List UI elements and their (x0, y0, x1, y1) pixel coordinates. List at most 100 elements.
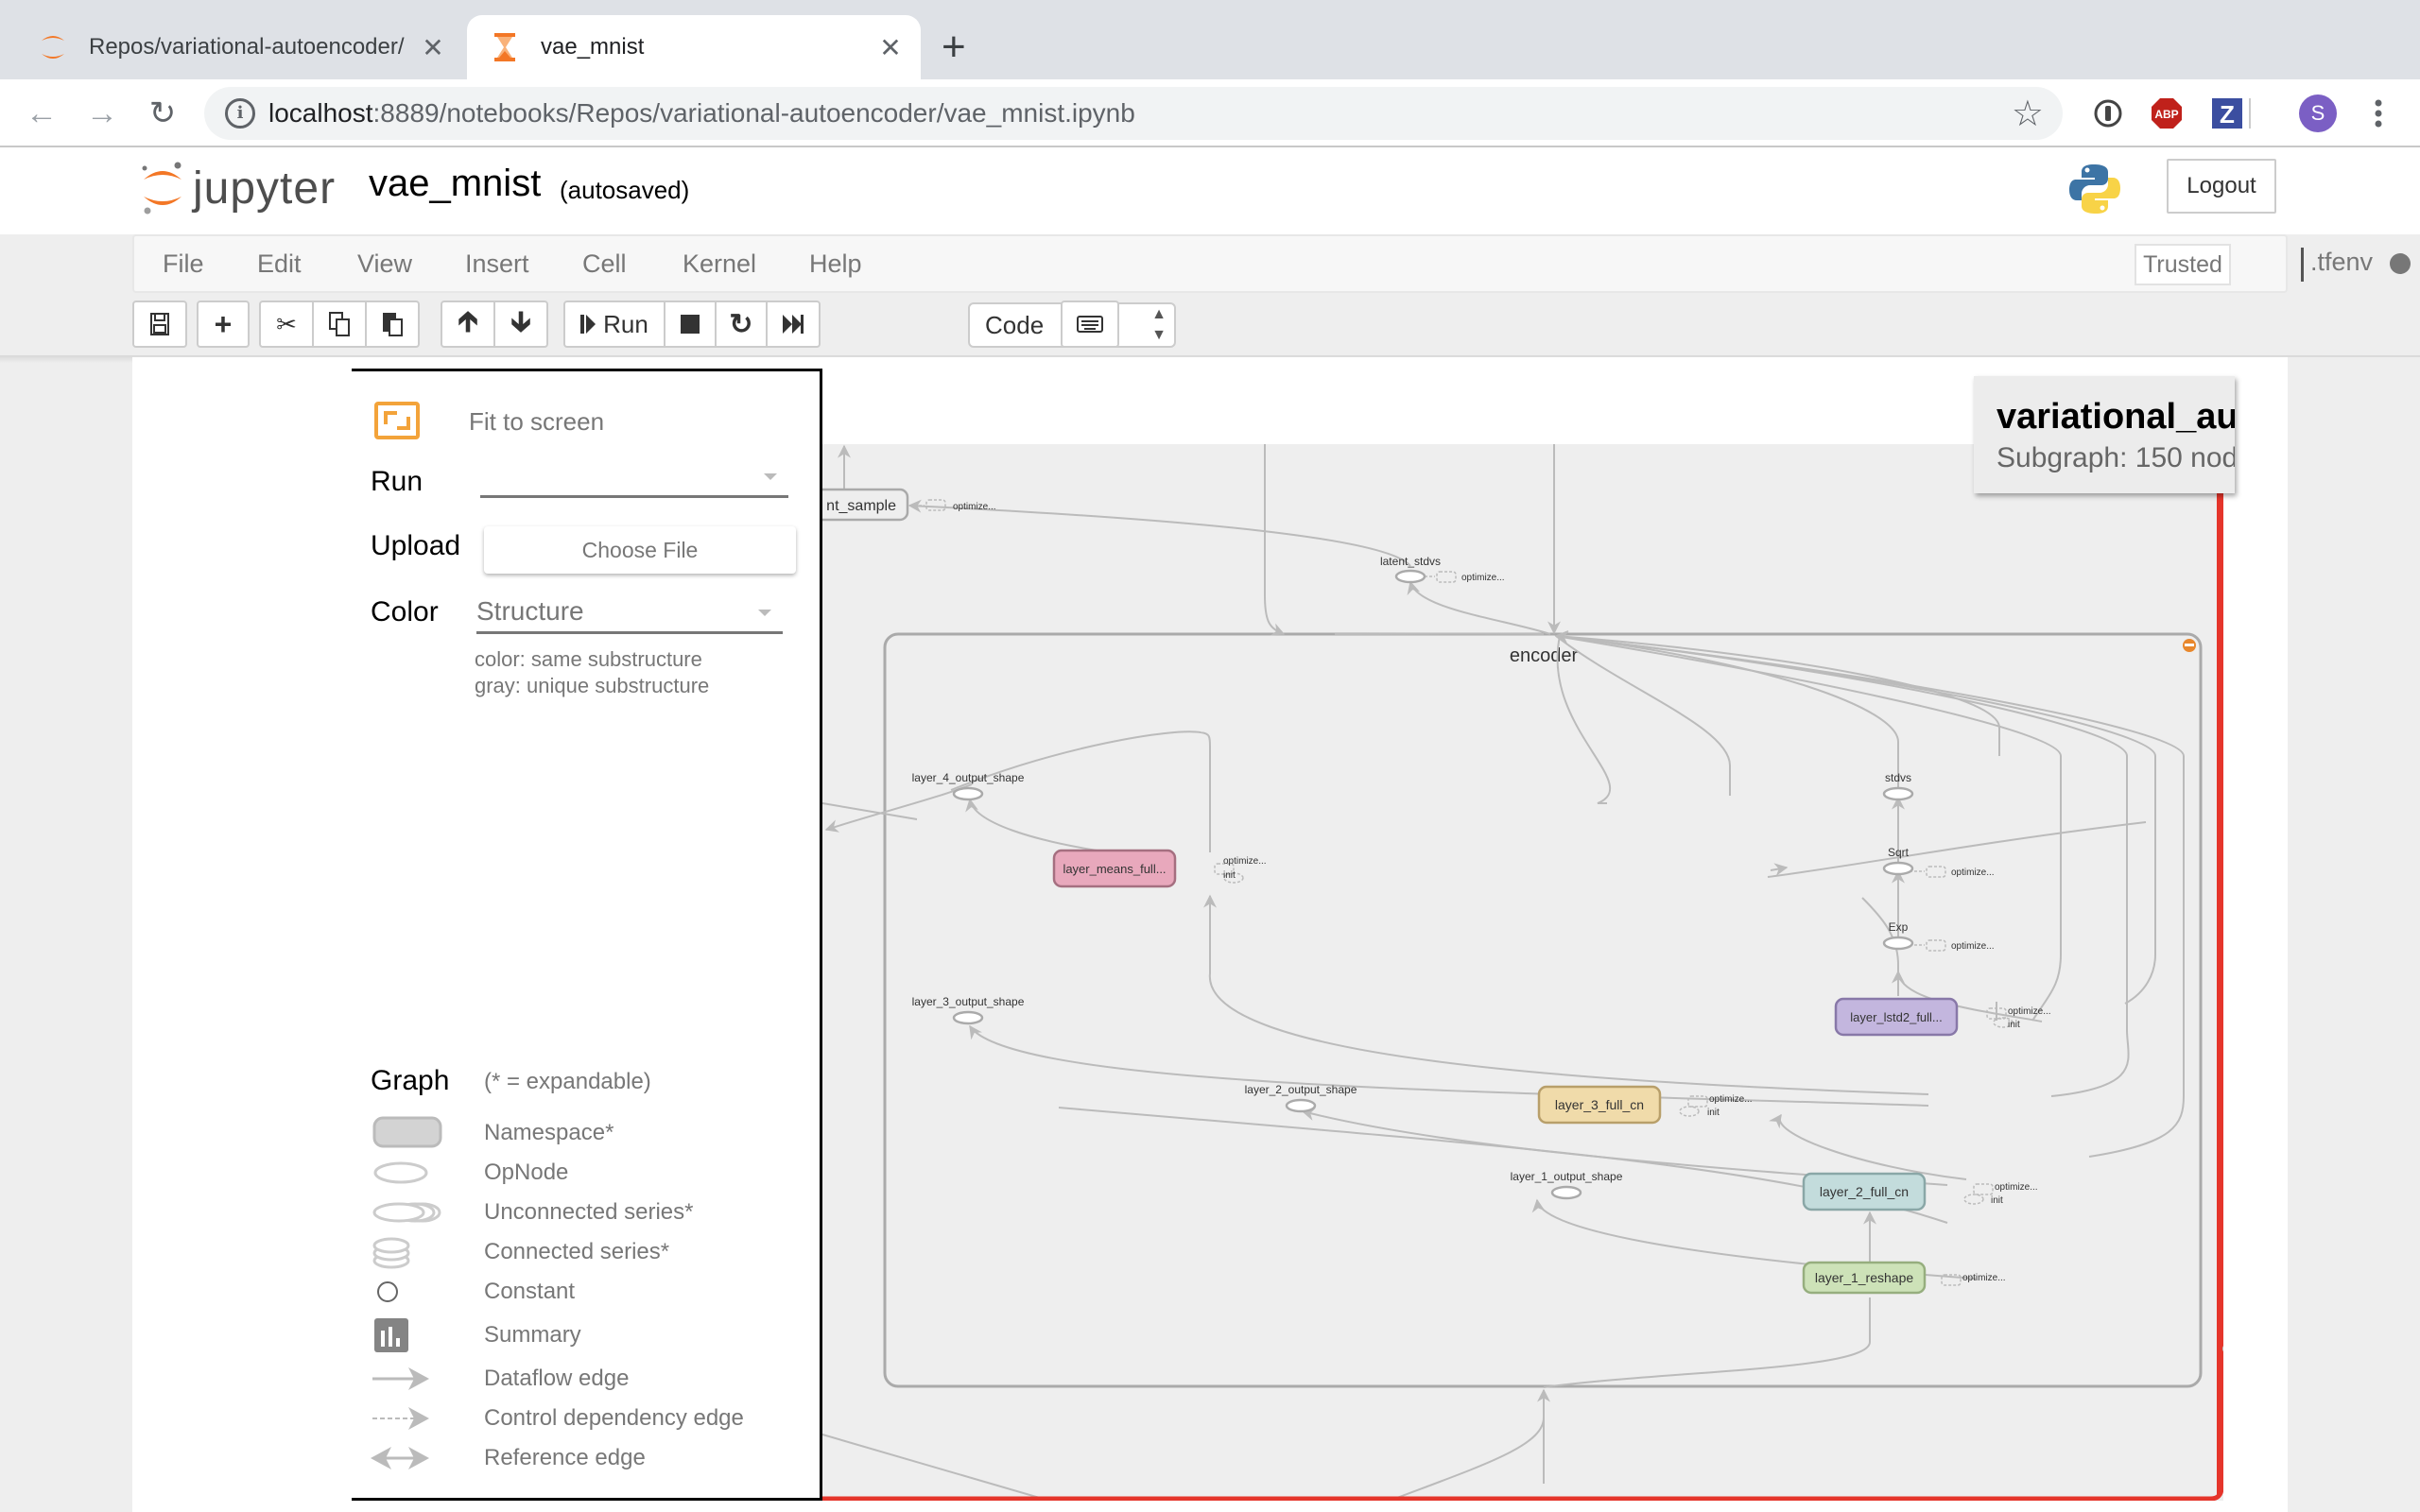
aux-optimize-node[interactable] (925, 499, 946, 511)
aux-optimize-node[interactable] (1436, 571, 1457, 583)
arrow-down-icon: 🡳 (510, 305, 531, 337)
interrupt-button[interactable] (664, 301, 717, 348)
legend-label: Dataflow edge (484, 1366, 630, 1391)
reload-icon[interactable]: ↻ (142, 93, 183, 134)
back-icon[interactable]: ← (21, 93, 62, 134)
op-node-layer-1-output-shape[interactable] (1550, 1185, 1582, 1200)
edge (1389, 1417, 1545, 1501)
zotero-label: Z (2220, 100, 2235, 129)
menu-help[interactable]: Help (809, 249, 862, 279)
aux-label: optimize... (1962, 1273, 2006, 1283)
tab-close-icon[interactable]: ✕ (414, 32, 452, 63)
jupyter-header: jupyter vae_mnist (autosaved) Logout (0, 147, 2420, 234)
tab-close-icon[interactable]: ✕ (872, 32, 909, 63)
dataflow-edge-icon (372, 1367, 429, 1390)
restart-run-all-button[interactable] (766, 301, 821, 348)
jupyter-wordmark: jupyter (193, 163, 337, 214)
legend-item: Dataflow edge (371, 1360, 805, 1398)
url-host: localhost (268, 98, 373, 128)
command-palette-button[interactable] (1061, 301, 1119, 348)
run-dropdown[interactable] (480, 460, 788, 498)
jupyter-logo[interactable]: jupyter (140, 161, 336, 215)
edge (1264, 444, 1286, 636)
cut-button[interactable]: ✂ (259, 301, 314, 348)
profile-initial: S (2299, 94, 2337, 132)
legend-item: OpNode (371, 1154, 805, 1192)
python-logo-icon (2068, 163, 2121, 220)
legend-item: Summary (371, 1316, 805, 1354)
op-node-layer-2-output-shape[interactable] (1285, 1098, 1317, 1113)
copy-button[interactable] (312, 301, 367, 348)
run-label: Run (371, 466, 424, 497)
graph-right-gap (2223, 491, 2235, 1501)
op-node-stdvs[interactable] (1882, 786, 1914, 801)
menu-insert[interactable]: Insert (465, 249, 529, 279)
adblock-plus-icon[interactable]: ABP (2146, 93, 2187, 134)
tab-title: Repos/variational-autoencoder/ (89, 34, 405, 60)
insert-cell-button[interactable]: + (197, 301, 250, 348)
op-node-sqrt[interactable] (1882, 861, 1914, 876)
selected-node-outline-right (2217, 491, 2222, 1497)
logout-button[interactable]: Logout (2167, 159, 2276, 214)
kernel-name[interactable]: .tfenv (2310, 248, 2373, 277)
menu-file[interactable]: File (163, 249, 204, 279)
menu-cell[interactable]: Cell (582, 249, 627, 279)
menu-kernel[interactable]: Kernel (683, 249, 756, 279)
node-label: layer_1_reshape (1815, 1270, 1914, 1285)
browser-tab-strip: Repos/variational-autoencoder/ ✕ vae_mni… (0, 0, 2420, 79)
kernel-separator (2301, 248, 2304, 282)
move-down-button[interactable]: 🡳 (493, 301, 548, 348)
menu-edit[interactable]: Edit (257, 249, 302, 279)
tensorboard-graph-canvas[interactable]: encoder optimize... optimize... optimize… (822, 444, 2231, 1501)
fit-to-screen-icon[interactable] (374, 402, 420, 439)
op-node-exp[interactable] (1882, 936, 1914, 951)
dropdown-arrow-icon (758, 610, 771, 616)
color-dropdown-value: Structure (476, 596, 584, 626)
save-button[interactable] (132, 301, 187, 348)
legend-item: Constant (371, 1273, 805, 1311)
forward-icon[interactable]: → (81, 93, 123, 134)
move-up-button[interactable]: 🡱 (441, 301, 495, 348)
plus-icon: + (214, 306, 233, 341)
legend-label: Summary (484, 1322, 581, 1348)
color-hint: color: same substructure (475, 647, 702, 671)
run-label: Run (603, 309, 648, 338)
color-dropdown[interactable]: Structure (476, 596, 783, 634)
paste-icon (383, 313, 403, 336)
profile-avatar[interactable]: S (2297, 93, 2339, 134)
control-edge-icon (372, 1407, 429, 1430)
browser-tab-repos[interactable]: Repos/variational-autoencoder/ ✕ (0, 15, 463, 79)
url-text[interactable]: localhost:8889/notebooks/Repos/variation… (268, 98, 1135, 129)
fit-to-screen-button[interactable]: Fit to screen (469, 407, 604, 437)
paste-button[interactable] (365, 301, 420, 348)
legend-label: Namespace* (484, 1120, 614, 1145)
node-label: layer_lstd2_full... (1850, 1010, 1943, 1024)
op-node-layer-4-output-shape[interactable] (952, 786, 984, 801)
notebook-name[interactable]: vae_mnist (369, 163, 541, 205)
address-bar[interactable]: i localhost:8889/notebooks/Repos/variati… (204, 87, 2063, 140)
node-info-card: variational_autoencoder Subgraph: 150 no… (1974, 376, 2235, 493)
aux-label: init (1223, 870, 1236, 881)
new-tab-button[interactable]: + (942, 25, 966, 70)
legend-subtitle: (* = expandable) (484, 1069, 651, 1094)
menu-view[interactable]: View (357, 249, 412, 279)
choose-file-button[interactable]: Choose File (484, 526, 796, 574)
browser-tab-vae-mnist[interactable]: vae_mnist ✕ (467, 15, 921, 79)
graph-svg[interactable]: encoder optimize... optimize... optimize… (822, 444, 2231, 1501)
trusted-indicator[interactable]: Trusted (2135, 244, 2231, 285)
unconnected-series-icon (372, 1202, 441, 1223)
url-path: :8889/notebooks/Repos/variational-autoen… (372, 98, 1135, 128)
aux-label: optimize... (953, 502, 996, 512)
op-node-layer-3-output-shape[interactable] (952, 1010, 984, 1025)
upload-label: Upload (371, 530, 461, 561)
chrome-menu-icon[interactable] (2358, 93, 2399, 134)
op-node-latent-stdvs[interactable] (1394, 569, 1426, 584)
site-info-icon[interactable]: i (225, 98, 255, 129)
zotero-icon[interactable]: Z (2206, 93, 2248, 134)
bookmark-star-icon[interactable]: ☆ (2012, 93, 2044, 135)
restart-button[interactable]: ↻ (715, 301, 768, 348)
hourglass-icon (490, 32, 520, 62)
1password-icon[interactable] (2087, 93, 2129, 134)
run-button[interactable]: Run (563, 301, 666, 348)
legend-label: Connected series* (484, 1239, 670, 1264)
